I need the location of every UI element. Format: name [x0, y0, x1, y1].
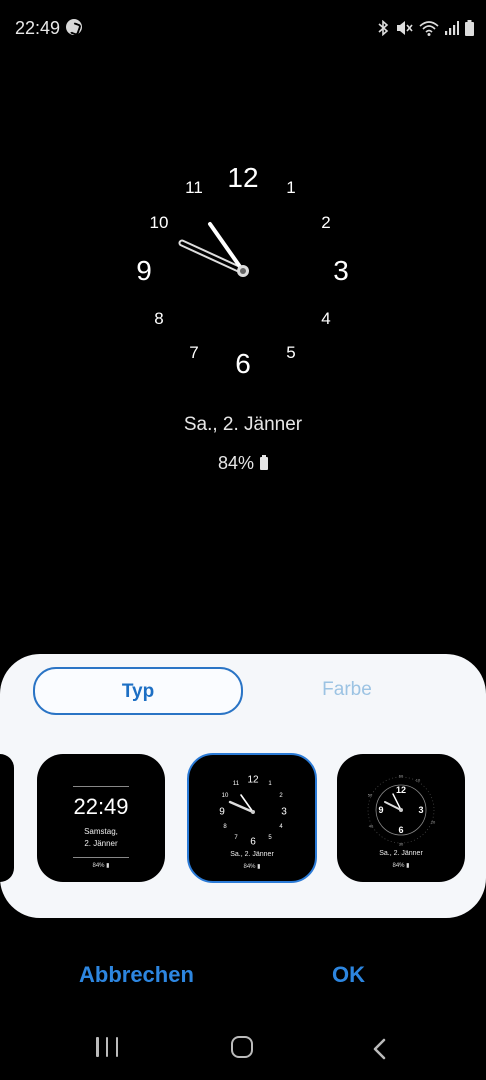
sport-style-battery: 84% ▮ [392, 863, 410, 869]
mute-icon [397, 21, 413, 35]
analog-battery-text: 84% [243, 864, 256, 870]
wifi-icon [419, 21, 439, 36]
sport-tick-20: 20 [430, 819, 436, 825]
clock-hands [178, 222, 249, 277]
navigation-bar [0, 1020, 486, 1080]
sport-tick-10: 10 [415, 777, 421, 783]
clock-style-digital[interactable]: 22:49 Samstag, 2. Jänner 84% ▮ [37, 754, 165, 882]
status-icons [377, 18, 474, 38]
sport-numeral-12: 12 [395, 785, 407, 795]
style-picker-sheet: Typ Farbe 22:49 Samstag, 2. Jänner 84% ▮… [0, 654, 486, 918]
back-icon[interactable] [372, 1038, 386, 1060]
ok-button[interactable]: OK [332, 962, 365, 988]
analog-clock-preview: 12 1 2 3 4 5 6 7 8 9 10 11 [123, 151, 363, 391]
digital-date-line2: 2. Jänner [84, 839, 118, 848]
sport-numeral-3: 3 [418, 805, 424, 815]
status-bar: 22:49 [0, 0, 486, 56]
divider-bottom [73, 857, 129, 858]
mini-clock-hands [228, 794, 255, 814]
digital-time: 22:49 [73, 794, 129, 819]
battery-percent: 84% [217, 453, 255, 473]
home-icon[interactable] [231, 1036, 253, 1058]
battery-status: 84% [0, 453, 486, 474]
bluetooth-icon [378, 20, 389, 36]
sport-tick-60: 60 [398, 773, 404, 779]
sport-face: 12 3 6 9 10 20 30 40 50 60 [351, 758, 451, 858]
digital-date: Samstag, 2. Jänner [37, 826, 165, 850]
cancel-button[interactable]: Abbrechen [79, 962, 194, 988]
date-text: Sa., 2. Jänner [183, 414, 303, 435]
tab-typ[interactable]: Typ [33, 667, 243, 715]
clock-style-sport[interactable]: 12 3 6 9 10 20 30 40 50 60 Sa., 2. Jänne… [337, 754, 465, 882]
battery-icon [260, 455, 269, 470]
clock-style-partial[interactable] [0, 754, 14, 882]
digital-battery-text: 84% [92, 863, 105, 869]
sport-tick-30: 30 [398, 841, 404, 847]
recent-apps-icon[interactable] [96, 1037, 118, 1057]
sport-style-date: Sa., 2. Jänner [379, 850, 423, 857]
digital-battery: 84% ▮ [92, 863, 110, 869]
sport-tick-50: 50 [367, 792, 373, 798]
tab-farbe[interactable]: Farbe [243, 667, 451, 713]
sport-numeral-9: 9 [378, 805, 384, 815]
status-time: 22:49 [15, 18, 61, 38]
mini-analog-face: 12 1 2 3 4 5 6 7 8 9 10 11 [203, 759, 303, 859]
shazam-icon [66, 19, 82, 35]
sport-tick-40: 40 [368, 823, 374, 829]
analog-style-date: Sa., 2. Jänner [230, 851, 274, 858]
sport-battery-text: 84% [392, 863, 405, 869]
signal-icon [445, 21, 459, 35]
divider-top [73, 786, 129, 787]
analog-style-battery: 84% ▮ [243, 864, 261, 870]
clock-style-analog[interactable]: 12 1 2 3 4 5 6 7 8 9 10 11 Sa., 2. Jänne… [187, 753, 317, 883]
battery-icon [465, 20, 474, 36]
sport-numeral-6: 6 [398, 825, 404, 835]
digital-date-line1: Samstag, [84, 827, 118, 836]
